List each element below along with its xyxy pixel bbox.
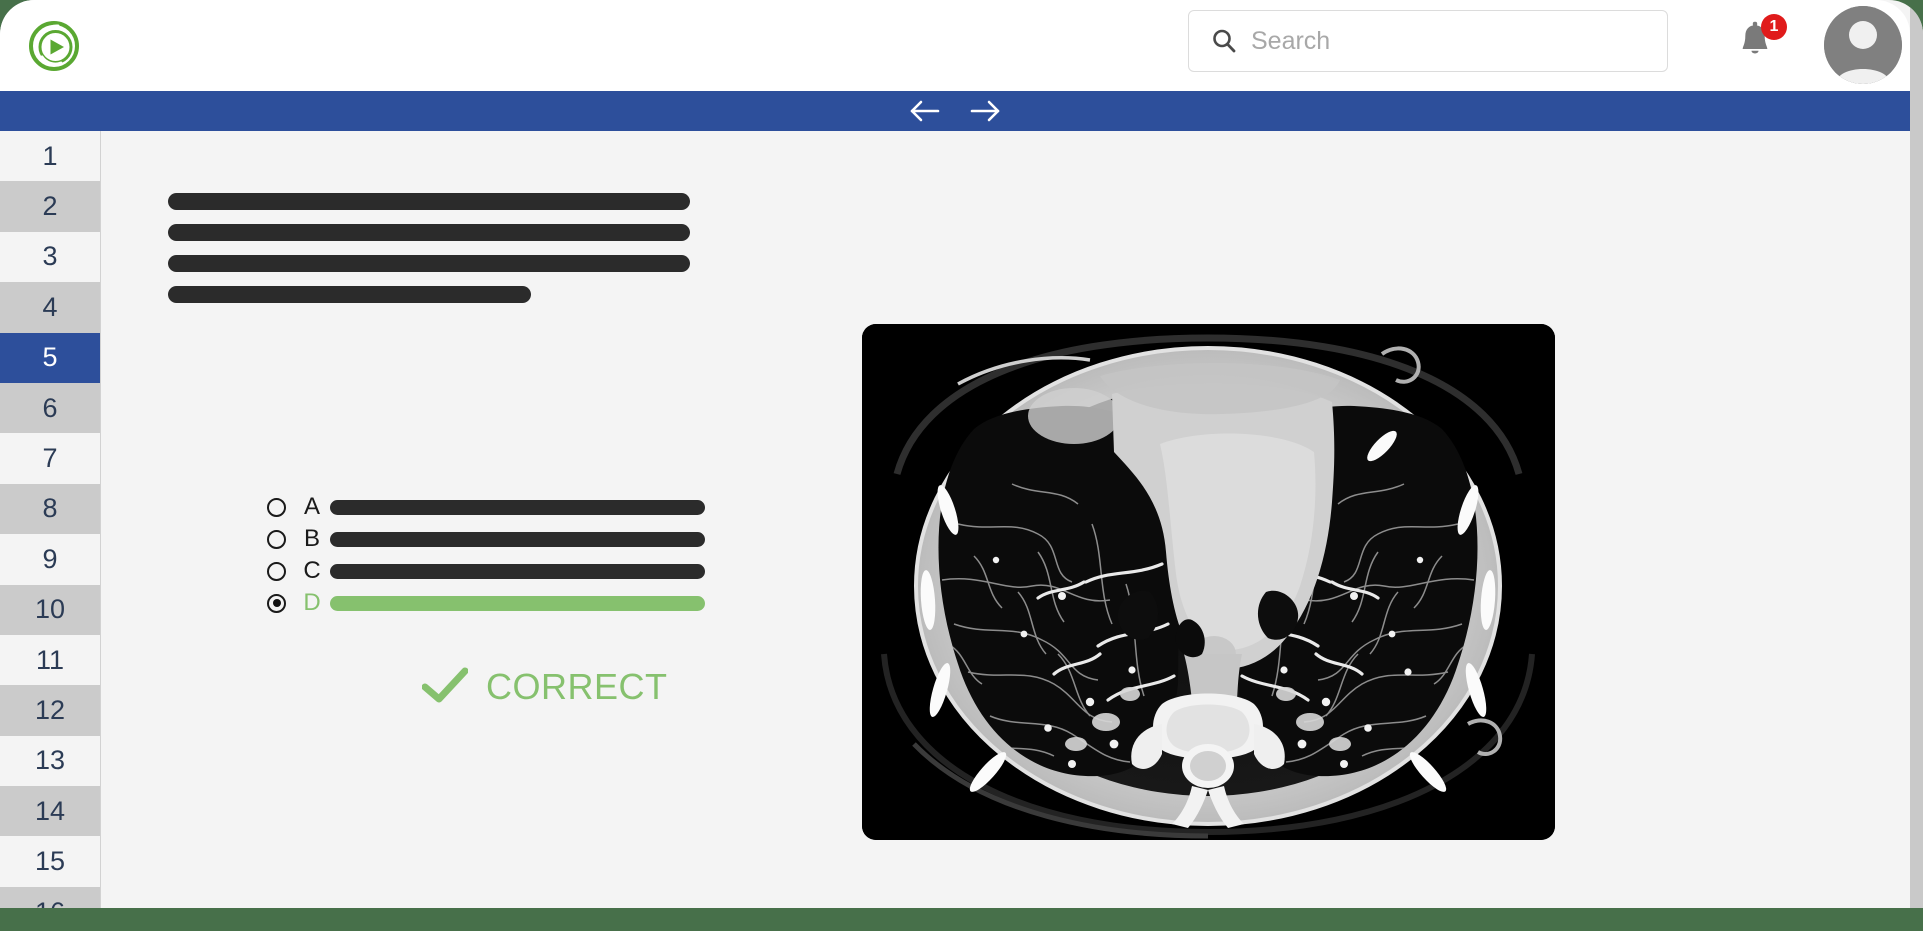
play-circle-logo[interactable] [28,20,80,72]
sidebar-item-8[interactable]: 8 [0,484,100,534]
sidebar-item-12[interactable]: 12 [0,685,100,735]
search-icon [1211,28,1237,54]
answer-option-text [330,500,705,515]
sidebar-item-5[interactable]: 5 [0,333,100,383]
user-avatar-icon [1824,6,1902,84]
arrow-right-icon [968,98,1002,124]
chest-ct-axial-scan[interactable] [862,324,1555,840]
main-content: ABCD CORRECT [102,131,1910,908]
answer-option-b[interactable]: B [267,523,787,555]
sidebar-item-9[interactable]: 9 [0,534,100,584]
notification-count-badge: 1 [1761,14,1787,40]
top-header: 1 [0,0,1910,91]
answer-options[interactable]: ABCD [267,491,787,619]
app-window: 1 12345678910111213141516 [0,0,1923,931]
question-text-line [168,255,690,272]
answer-option-c[interactable]: C [267,555,787,587]
play-circle-logo-icon [28,20,80,72]
sidebar-item-13[interactable]: 13 [0,736,100,786]
page-right-edge [1910,0,1923,931]
search-input[interactable] [1237,27,1667,56]
previous-question-button[interactable] [908,98,942,124]
verdict-label: CORRECT [486,666,668,708]
user-avatar[interactable] [1824,6,1902,84]
question-text [168,193,694,317]
answer-option-letter: A [294,493,330,521]
checkmark-icon [422,667,468,708]
answer-option-letter: D [294,589,330,617]
sidebar-item-14[interactable]: 14 [0,786,100,836]
sidebar-item-11[interactable]: 11 [0,635,100,685]
radio-button-d[interactable] [267,594,286,613]
answer-option-letter: B [294,525,330,553]
sidebar-item-1[interactable]: 1 [0,131,100,181]
radio-button-a[interactable] [267,498,286,517]
sidebar-item-7[interactable]: 7 [0,433,100,483]
question-text-line [168,286,531,303]
answer-option-text [330,532,705,547]
answer-option-text [330,596,705,611]
answer-option-text [330,564,705,579]
sidebar-item-16[interactable]: 16 [0,887,100,908]
question-text-line [168,224,690,241]
sidebar-item-6[interactable]: 6 [0,383,100,433]
question-text-line [168,193,690,210]
notifications-button[interactable]: 1 [1735,20,1779,70]
next-question-button[interactable] [968,98,1002,124]
sidebar-item-2[interactable]: 2 [0,181,100,231]
page-bottom-bar [0,908,1923,931]
sidebar-item-4[interactable]: 4 [0,282,100,332]
radio-button-b[interactable] [267,530,286,549]
answer-option-d[interactable]: D [267,587,787,619]
answer-option-a[interactable]: A [267,491,787,523]
question-list-sidebar[interactable]: 12345678910111213141516 [0,131,101,908]
answer-option-letter: C [294,557,330,585]
sidebar-item-3[interactable]: 3 [0,232,100,282]
arrow-left-icon [908,98,942,124]
sidebar-item-15[interactable]: 15 [0,836,100,886]
search-bar[interactable] [1188,10,1668,72]
ct-scan-image [862,324,1555,840]
question-navigation-bar [0,91,1910,131]
radio-button-c[interactable] [267,562,286,581]
sidebar-item-10[interactable]: 10 [0,585,100,635]
answer-verdict: CORRECT [422,666,668,708]
